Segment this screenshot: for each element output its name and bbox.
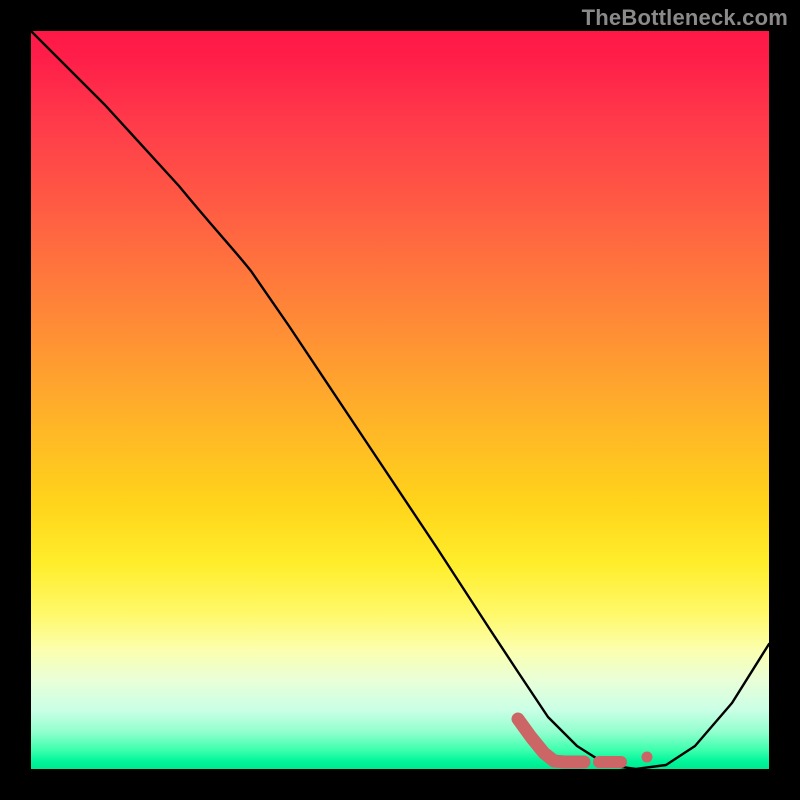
curve-layer [31,31,769,769]
plot-area [31,31,769,769]
watermark-text: TheBottleneck.com [582,5,788,31]
highlight-dot-b [642,752,653,763]
chart-frame: TheBottleneck.com [0,0,800,800]
highlight-l-stroke [518,719,584,762]
main-curve [31,31,769,769]
